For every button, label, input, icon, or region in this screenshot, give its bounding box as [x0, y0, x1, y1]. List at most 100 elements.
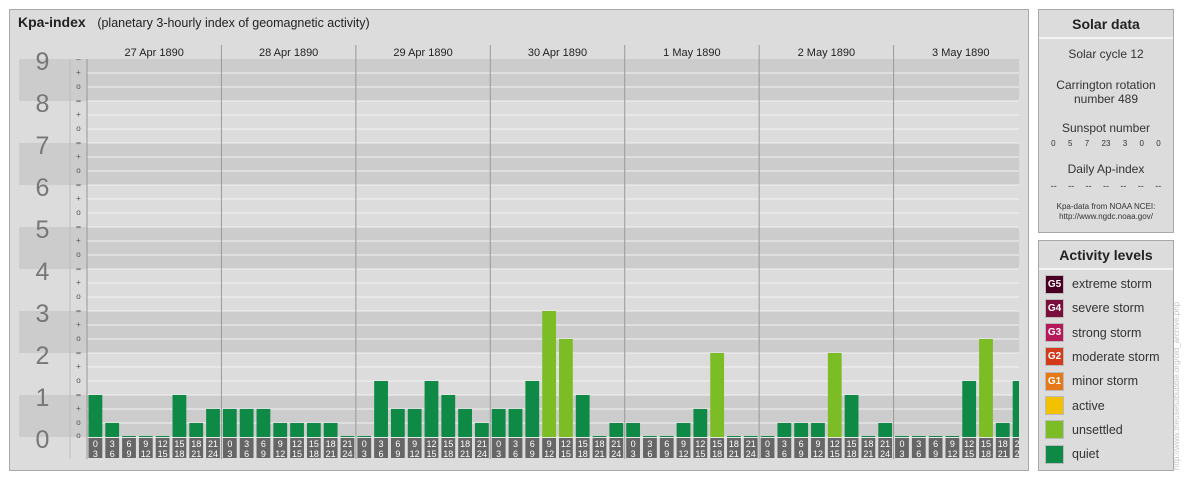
interval-start-label: 12 [158, 439, 168, 449]
kp-bar [122, 436, 136, 437]
interval-start-label: 0 [496, 439, 501, 449]
ap-value: -- [1137, 181, 1144, 191]
interval-start-label: 21 [477, 439, 487, 449]
kp-bar [441, 395, 456, 437]
interval-end-label: 6 [647, 449, 652, 459]
solar-cycle: Solar cycle 12 [1068, 47, 1144, 61]
interval-start-label: 18 [326, 439, 336, 449]
interval-end-label: 6 [110, 449, 115, 459]
interval-end-label: 12 [679, 449, 689, 459]
day-label: 1 May 1890 [663, 47, 720, 59]
interval-end-label: 18 [443, 449, 453, 459]
data-source-link[interactable]: http://www.ngdc.noaa.gov/ [1039, 212, 1173, 222]
level-label: minor storm [1072, 374, 1138, 389]
kp-bar [979, 339, 993, 437]
interval-start-label: 21 [746, 439, 756, 449]
interval-start-label: 6 [530, 439, 535, 449]
y-tick-label: 4 [36, 258, 50, 286]
kpa-chart-panel: Kpa-index (planetary 3-hourly index of g… [9, 9, 1029, 471]
kp-bar [592, 436, 607, 437]
kp-bar [710, 353, 725, 437]
interval-start-label: 18 [460, 439, 470, 449]
level-label: moderate storm [1072, 349, 1160, 364]
level-swatch: G1 [1045, 371, 1064, 391]
minor-tick-label: – [76, 264, 81, 273]
interval-start-label: 9 [681, 439, 686, 449]
ap-value: -- [1155, 181, 1162, 191]
minor-tick-label: – [76, 180, 81, 189]
interval-end-label: 12 [410, 449, 420, 459]
interval-start-label: 0 [362, 439, 367, 449]
interval-start-label: 15 [443, 439, 453, 449]
kp-bar [542, 311, 556, 437]
level-label: strong storm [1072, 325, 1142, 340]
interval-end-label: 21 [998, 449, 1008, 459]
level-band [19, 353, 1019, 395]
kp-bar [676, 423, 691, 437]
interval-start-label: 18 [998, 439, 1008, 449]
interval-end-label: 6 [379, 449, 384, 459]
interval-start-label: 3 [513, 439, 518, 449]
interval-start-label: 15 [712, 439, 722, 449]
interval-start-label: 9 [412, 439, 417, 449]
minor-tick-label: – [76, 222, 81, 231]
interval-start-label: 12 [292, 439, 302, 449]
interval-end-label: 15 [830, 449, 840, 459]
interval-end-label: 3 [227, 449, 232, 459]
kp-bar [962, 381, 977, 437]
data-source-line-1: Kpa-data from NOAA NCEI: [1056, 202, 1156, 211]
interval-start-label: 12 [561, 439, 571, 449]
interval-start-label: 3 [647, 439, 652, 449]
interval-end-label: 21 [460, 449, 470, 459]
kp-bar [643, 436, 657, 437]
interval-end-label: 15 [964, 449, 974, 459]
interval-start-label: 15 [174, 439, 184, 449]
interval-end-label: 3 [765, 449, 770, 459]
interval-end-label: 15 [561, 449, 571, 459]
kp-bar [222, 408, 237, 437]
kpa-bar-chart: 0123456789o+––o+––o+––o+––o+––o+––o+––o+… [19, 45, 1019, 459]
interval-end-label: 21 [326, 449, 336, 459]
level-swatch [1045, 420, 1064, 440]
interval-end-label: 24 [208, 449, 218, 459]
interval-start-label: 6 [127, 439, 132, 449]
day-label: 3 May 1890 [932, 47, 989, 59]
kp-bar [727, 436, 741, 437]
solar-data-panel: Solar data Solar cycle 12 Carrington rot… [1038, 9, 1174, 233]
minor-tick-label: + [76, 110, 81, 119]
kp-bar [474, 423, 489, 437]
kp-bar [626, 423, 641, 437]
y-tick-label: 6 [36, 174, 50, 202]
day-label: 27 Apr 1890 [125, 47, 184, 59]
day-label: 29 Apr 1890 [393, 47, 452, 59]
interval-end-label: 21 [863, 449, 873, 459]
sunspot-value: 23 [1101, 139, 1111, 148]
interval-end-label: 9 [664, 449, 669, 459]
interval-start-label: 12 [830, 439, 840, 449]
kp-bar [911, 436, 926, 437]
ap-value: -- [1068, 181, 1075, 191]
interval-start-label: 9 [278, 439, 283, 449]
interval-start-label: 0 [93, 439, 98, 449]
sunspot-value: 3 [1122, 139, 1128, 148]
interval-end-label: 15 [158, 449, 168, 459]
kp-bar [525, 381, 540, 437]
level-band [19, 269, 1019, 311]
interval-end-label: 12 [544, 449, 554, 459]
minor-tick-label: o [76, 431, 81, 440]
y-tick-label: 3 [36, 300, 50, 328]
level-swatch [1045, 444, 1064, 464]
activity-level-quiet: quiet [1045, 444, 1099, 464]
ap-value: -- [1120, 181, 1127, 191]
minor-tick-label: o [76, 418, 81, 427]
minor-tick-label: + [76, 152, 81, 161]
activity-level-minor-storm: G1 minor storm [1045, 371, 1138, 391]
minor-tick-label: + [76, 404, 81, 413]
interval-end-label: 3 [631, 449, 636, 459]
kp-bar [323, 423, 338, 437]
kp-bar [777, 423, 792, 437]
interval-start-label: 15 [847, 439, 857, 449]
interval-end-label: 12 [813, 449, 823, 459]
interval-end-label: 21 [191, 449, 201, 459]
y-tick-label: 1 [36, 384, 50, 412]
